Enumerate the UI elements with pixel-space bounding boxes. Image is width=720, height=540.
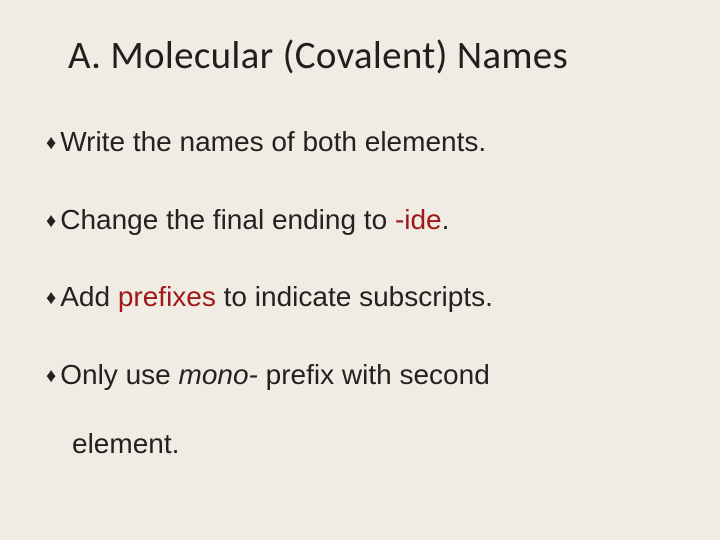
bullet-text-after: to indicate subscripts.: [216, 281, 493, 312]
bullet-text-after: .: [442, 204, 450, 235]
bullet-list: ♦Write the names of both elements. ♦Chan…: [46, 125, 674, 461]
bullet-text-before: [110, 281, 118, 312]
diamond-icon: ♦: [46, 131, 56, 155]
bullet-item-3: ♦Add prefixes to indicate subscripts.: [46, 280, 674, 314]
bullet-lead: Change: [60, 204, 158, 235]
bullet-text-before: the final ending to: [158, 204, 395, 235]
bullet-lead: Add: [60, 281, 110, 312]
bullet-text-before: use: [118, 359, 179, 390]
bullet-item-1: ♦Write the names of both elements.: [46, 125, 674, 159]
slide-title: A. Molecular (Covalent) Names: [68, 32, 674, 79]
bullet-text-after: prefix with second: [258, 359, 490, 390]
bullet-italic: mono-: [179, 359, 258, 390]
bullet-highlight: prefixes: [118, 281, 216, 312]
bullet-item-4: ♦Only use mono- prefix with second eleme…: [46, 358, 674, 461]
bullet-text: the names of both elements.: [125, 126, 486, 157]
bullet-item-2: ♦Change the final ending to -ide.: [46, 203, 674, 237]
bullet-highlight: -ide: [395, 204, 442, 235]
bullet-continuation: element.: [72, 427, 674, 461]
diamond-icon: ♦: [46, 286, 56, 310]
bullet-lead: Only: [60, 359, 118, 390]
slide: A. Molecular (Covalent) Names ♦Write the…: [0, 0, 720, 540]
diamond-icon: ♦: [46, 364, 56, 388]
bullet-lead: Write: [60, 126, 125, 157]
diamond-icon: ♦: [46, 209, 56, 233]
